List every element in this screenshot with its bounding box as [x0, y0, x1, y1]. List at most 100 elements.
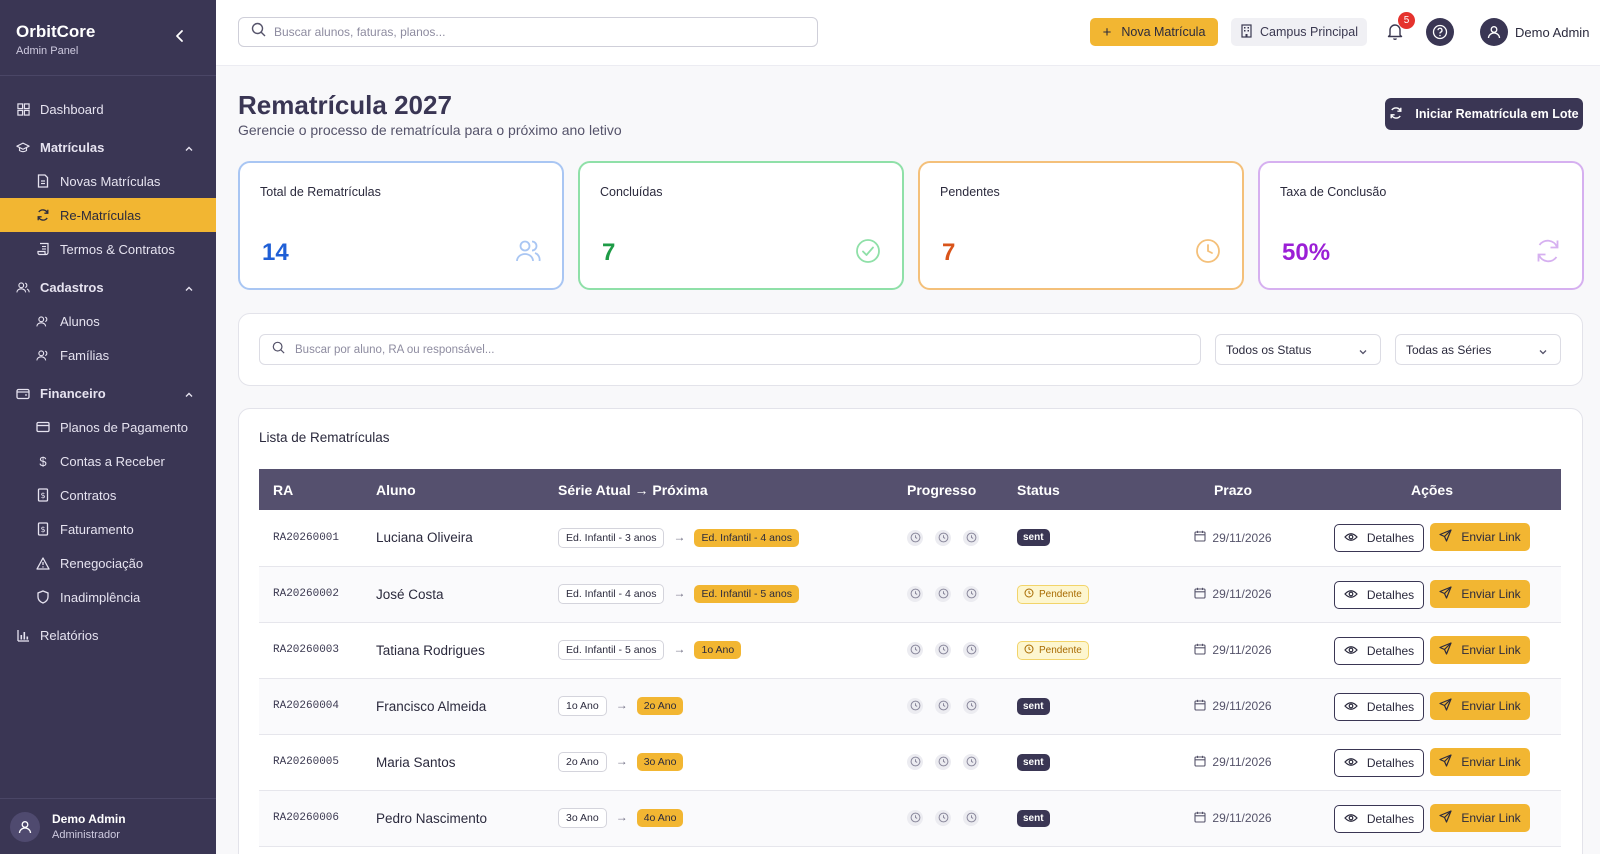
- eye-icon: [1343, 644, 1358, 658]
- current-series-badge: Ed. Infantil - 3 anos: [558, 527, 665, 548]
- student-name: Francisco Almeida: [376, 698, 487, 714]
- series-cell: 3o Ano → 4o Ano: [558, 790, 907, 846]
- new-enrollment-button[interactable]: + Nova Matrícula: [1090, 18, 1218, 46]
- send-link-button[interactable]: Enviar Link: [1430, 523, 1530, 552]
- series-cell: 2o Ano → 3o Ano: [558, 734, 907, 790]
- sidebar-item-relatorios[interactable]: Relatórios: [0, 618, 216, 652]
- sidebar-item-termos-contratos[interactable]: Termos & Contratos: [0, 232, 216, 266]
- student-name: Maria Santos: [376, 754, 456, 770]
- sidebar-group-label: Cadastros: [40, 279, 104, 295]
- current-series-badge: Ed. Infantil - 5 anos: [558, 640, 665, 660]
- search-icon: [272, 341, 285, 359]
- status-badge: sent: [1017, 753, 1050, 771]
- sidebar-user[interactable]: Demo Admin Administrador: [0, 798, 216, 854]
- stat-label: Pendentes: [940, 185, 1000, 199]
- table-row: RA20260005 Maria Santos 2o Ano → 3o Ano se…: [259, 734, 1561, 790]
- status-cell: sent: [1017, 790, 1163, 846]
- current-series-badge: Ed. Infantil - 4 anos: [558, 584, 665, 604]
- sidebar-item-contratos[interactable]: $ Contratos: [0, 478, 216, 512]
- wallet-icon: [16, 386, 30, 400]
- status-cell: sent: [1017, 734, 1163, 790]
- eye-icon: [1343, 756, 1358, 770]
- sidebar-item-label: Relatórios: [40, 627, 99, 643]
- sidebar-item-alunos[interactable]: Alunos: [0, 304, 216, 338]
- clock-icon: [907, 529, 923, 546]
- stat-label: Taxa de Conclusão: [1280, 185, 1387, 199]
- deadline-date: 29/11/2026: [1212, 811, 1272, 825]
- sidebar-item-familias[interactable]: Famílias: [0, 338, 216, 372]
- building-icon: [1240, 23, 1253, 41]
- arrow-right-icon: →: [673, 642, 686, 656]
- send-link-button[interactable]: Enviar Link: [1430, 803, 1530, 832]
- chevron-down-icon: [1538, 346, 1548, 356]
- reenrollment-list-card: Lista de Rematrículas RA Aluno Série Atu…: [238, 408, 1583, 854]
- dashboard-icon: [16, 102, 30, 116]
- sidebar-item-label: Dashboard: [40, 101, 104, 117]
- help-icon[interactable]: [1426, 18, 1454, 46]
- actions-cell: Detalhes Enviar Link: [1303, 734, 1561, 790]
- send-link-label: Enviar Link: [1461, 754, 1521, 769]
- user-name: Demo Admin: [1515, 24, 1590, 40]
- global-search[interactable]: [238, 17, 818, 47]
- send-link-button[interactable]: Enviar Link: [1430, 579, 1530, 608]
- sidebar-group-matriculas[interactable]: Matrículas: [0, 130, 216, 164]
- send-link-button[interactable]: Enviar Link: [1430, 635, 1530, 664]
- list-search-input[interactable]: [295, 343, 1175, 356]
- stat-value: 14: [262, 239, 289, 266]
- column-header: Status: [1017, 481, 1060, 498]
- clock-icon: [963, 753, 979, 770]
- clock-icon: [963, 697, 979, 714]
- series-filter-select[interactable]: Todas as Séries: [1395, 334, 1561, 365]
- refresh-icon: [1389, 106, 1403, 123]
- sidebar-item-dashboard[interactable]: Dashboard: [0, 92, 216, 126]
- sidebar-item-novas-matriculas[interactable]: Novas Matrículas: [0, 164, 216, 198]
- sidebar-nav: Dashboard Matrículas Novas Matrículas Re…: [0, 76, 216, 652]
- progress-cell: [907, 566, 1017, 622]
- column-header: Ações: [1410, 481, 1454, 498]
- send-link-label: Enviar Link: [1461, 810, 1521, 825]
- stat-value: 7: [942, 239, 956, 266]
- details-button[interactable]: Detalhes: [1334, 580, 1424, 609]
- receipt-icon: $: [36, 488, 50, 502]
- sidebar-item-label: Contas a Receber: [60, 453, 165, 469]
- clock-icon: [963, 529, 979, 546]
- scroll-icon: [36, 242, 50, 256]
- table-row: RA20260001 Luciana Oliveira Ed. Infantil…: [259, 510, 1561, 566]
- sidebar-item-re-matriculas[interactable]: Re-Matrículas: [0, 198, 216, 232]
- details-button[interactable]: Detalhes: [1334, 748, 1424, 777]
- batch-reenroll-button[interactable]: Iniciar Rematrícula em Lote: [1385, 98, 1583, 130]
- calendar-icon: [1194, 755, 1206, 770]
- sidebar-item-inadimplencia[interactable]: Inadimplência: [0, 580, 216, 614]
- campus-selector-button[interactable]: Campus Principal: [1231, 18, 1367, 46]
- sidebar-group-cadastros[interactable]: Cadastros: [0, 270, 216, 304]
- details-button[interactable]: Detalhes: [1334, 636, 1424, 665]
- table-row: RA20260004 Francisco Almeida 1o Ano → 2o A…: [259, 678, 1561, 734]
- eye-icon: [1343, 588, 1358, 602]
- sidebar-item-faturamento[interactable]: $ Faturamento: [0, 512, 216, 546]
- collapse-sidebar-icon[interactable]: [172, 28, 188, 44]
- student-name: José Costa: [376, 586, 444, 602]
- search-input[interactable]: [274, 25, 794, 39]
- details-button[interactable]: Detalhes: [1334, 692, 1424, 721]
- user-menu[interactable]: Demo Admin: [1480, 18, 1589, 46]
- details-button[interactable]: Detalhes: [1334, 804, 1424, 833]
- sidebar-item-renegociacao[interactable]: Renegociação: [0, 546, 216, 580]
- progress-cell: [907, 678, 1017, 734]
- svg-text:$: $: [40, 491, 45, 500]
- deadline-cell: 29/11/2026: [1163, 790, 1303, 846]
- send-link-button[interactable]: Enviar Link: [1430, 691, 1530, 720]
- details-button[interactable]: Detalhes: [1334, 524, 1424, 553]
- sidebar-item-planos-pagamento[interactable]: Planos de Pagamento: [0, 410, 216, 444]
- list-search[interactable]: [259, 334, 1201, 365]
- student-name: Pedro Nascimento: [376, 810, 488, 826]
- campus-label: Campus Principal: [1260, 25, 1358, 39]
- status-filter-select[interactable]: Todos os Status: [1215, 334, 1381, 365]
- stat-label: Total de Rematrículas: [260, 185, 381, 199]
- receipt-icon: $: [36, 522, 50, 536]
- clock-icon: [935, 697, 951, 714]
- sidebar-group-financeiro[interactable]: Financeiro: [0, 376, 216, 410]
- deadline-date: 29/11/2026: [1212, 587, 1272, 601]
- sidebar-item-contas-receber[interactable]: $ Contas a Receber: [0, 444, 216, 478]
- send-link-button[interactable]: Enviar Link: [1430, 747, 1530, 776]
- details-label: Detalhes: [1366, 587, 1415, 602]
